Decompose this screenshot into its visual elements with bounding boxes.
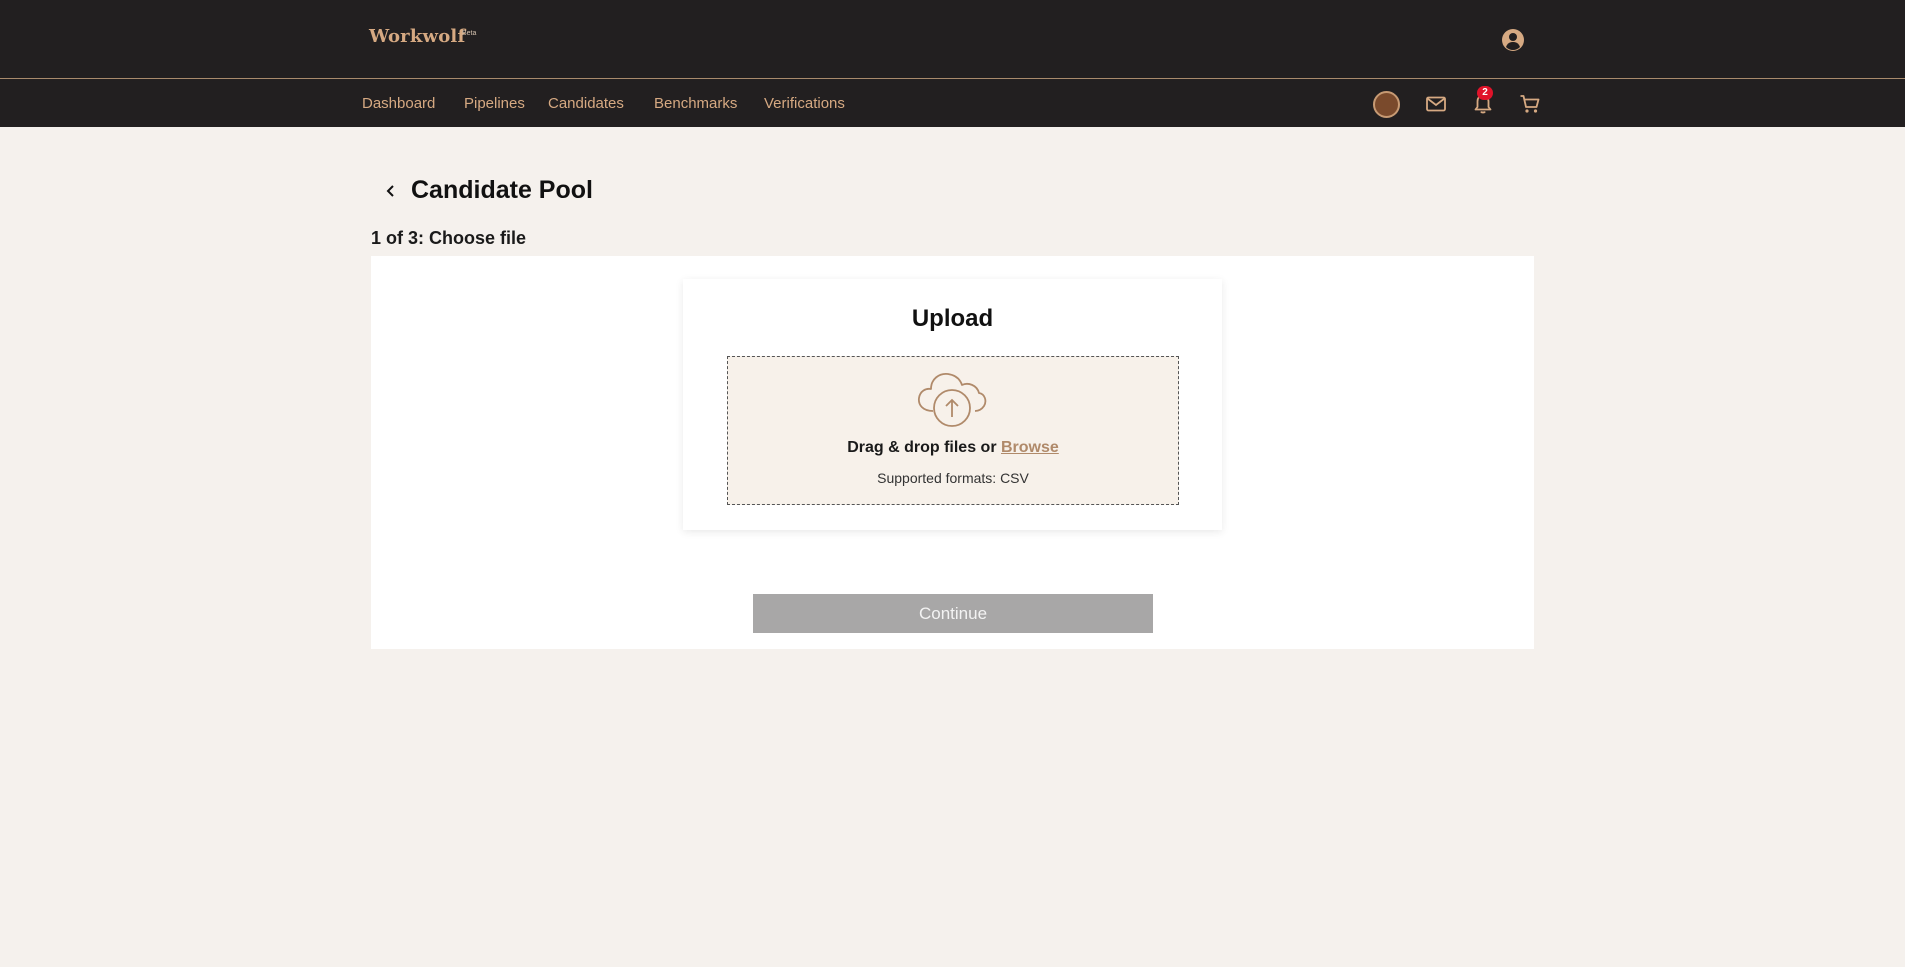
nav-benchmarks[interactable]: Benchmarks (654, 95, 737, 112)
continue-button[interactable]: Continue (753, 594, 1153, 633)
drop-instructions: Drag & drop files or Browse (727, 439, 1179, 457)
avatar[interactable] (1373, 91, 1400, 118)
step-indicator: 1 of 3: Choose file (371, 228, 527, 248)
nav-pipelines[interactable]: Pipelines (464, 95, 525, 112)
nav-verifications[interactable]: Verifications (764, 95, 845, 112)
brand-logo[interactable]: Workwolf (369, 26, 465, 47)
page-title: Candidate Pool (411, 176, 593, 204)
back-chevron-icon[interactable] (383, 181, 399, 201)
browse-link[interactable]: Browse (1001, 439, 1059, 456)
upload-title: Upload (911, 305, 994, 332)
nav-candidates[interactable]: Candidates (548, 95, 624, 112)
notification-badge: 2 (1477, 86, 1493, 100)
cloud-upload-icon (918, 373, 987, 427)
user-account-icon[interactable] (1501, 28, 1525, 52)
mail-icon[interactable] (1424, 92, 1448, 116)
brand-beta-tag: Beta (462, 30, 477, 37)
top-header: Workwolf Beta (0, 0, 1905, 79)
cart-icon[interactable] (1518, 92, 1542, 116)
main-nav: Dashboard Pipelines Candidates Benchmark… (0, 79, 1905, 127)
drop-text: Drag & drop files or (847, 439, 997, 456)
nav-dashboard[interactable]: Dashboard (362, 95, 435, 112)
supported-formats: Supported formats: CSV (877, 470, 1029, 486)
